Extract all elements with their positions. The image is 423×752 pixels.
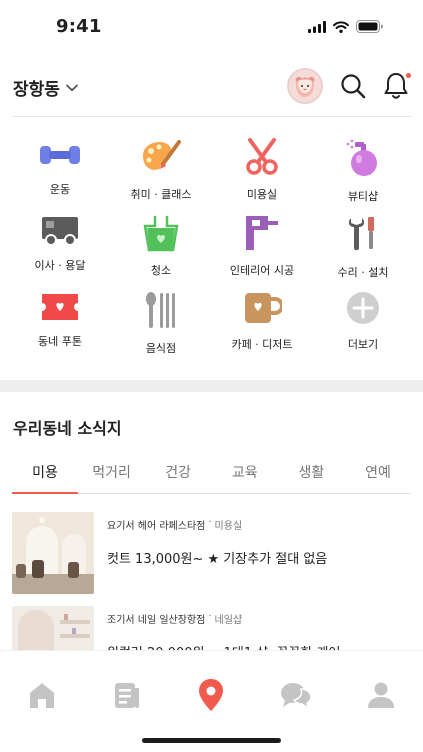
notification-button[interactable] xyxy=(383,71,411,101)
post-category: 미용실 xyxy=(214,521,243,532)
category-grid: 운동 취미 · 클래스 미용실 뷰티샵 이사 · 용달 청소 인테리어 시공 수… xyxy=(0,138,423,355)
coupon-icon xyxy=(42,293,78,320)
tab-health[interactable]: 건강 xyxy=(145,452,211,493)
search-icon[interactable] xyxy=(339,72,367,100)
category-label: 인테리어 시공 xyxy=(229,264,295,277)
category-label: 취미 · 클래스 xyxy=(130,188,192,201)
scissors-icon xyxy=(246,138,278,175)
plus-circle-icon xyxy=(347,292,379,324)
category-restaurant[interactable]: 음식점 xyxy=(111,290,212,355)
post-category: 네일샵 xyxy=(214,615,243,626)
category-more[interactable]: 더보기 xyxy=(313,290,414,351)
category-label: 미용실 xyxy=(246,188,278,201)
post-shop-name: 요기서 헤어 라페스타점 xyxy=(107,521,206,532)
avatar[interactable] xyxy=(287,68,323,104)
category-interior[interactable]: 인테리어 시공 xyxy=(212,214,313,277)
category-hair-salon[interactable]: 미용실 xyxy=(212,138,313,201)
palette-icon xyxy=(143,140,181,170)
nav-board[interactable] xyxy=(102,677,152,713)
truck-icon xyxy=(42,216,78,246)
notification-badge xyxy=(406,73,411,78)
home-indicator xyxy=(142,738,281,743)
avatar-face-icon xyxy=(295,76,315,97)
paint-roller-icon xyxy=(246,216,278,250)
category-label: 동네 푸톤 xyxy=(38,335,82,348)
tab-education[interactable]: 교육 xyxy=(212,452,278,493)
header-actions xyxy=(287,68,411,104)
category-fitness[interactable]: 운동 xyxy=(10,138,111,197)
category-label: 음식점 xyxy=(145,342,177,355)
profile-icon xyxy=(367,682,394,708)
nav-home[interactable] xyxy=(17,677,67,713)
section-divider xyxy=(0,380,423,392)
utensils-icon xyxy=(146,292,175,328)
category-label: 더보기 xyxy=(347,338,379,351)
board-icon xyxy=(114,683,139,708)
home-icon xyxy=(30,683,55,708)
location-name: 장항동 xyxy=(13,80,60,100)
section-title: 우리동네 소식지 xyxy=(13,419,122,438)
status-icons xyxy=(308,20,383,33)
nav-chat[interactable] xyxy=(271,677,321,713)
coffee-cup-icon xyxy=(245,293,282,323)
status-time: 9:41 xyxy=(56,16,102,37)
status-bar: 9:41 xyxy=(0,0,423,56)
category-label: 뷰티샵 xyxy=(347,190,379,203)
nav-profile[interactable] xyxy=(356,677,406,713)
wifi-icon xyxy=(333,20,349,33)
nav-location[interactable] xyxy=(186,677,236,713)
tools-icon xyxy=(348,217,374,251)
post-shop-name: 조기서 네일 일산장항점 xyxy=(107,615,206,626)
apron-icon xyxy=(143,216,179,252)
post-separator: · xyxy=(208,517,212,528)
category-label: 운동 xyxy=(49,183,71,196)
battery-icon xyxy=(356,20,383,33)
category-label: 수리 · 설치 xyxy=(337,266,389,279)
category-cleaning[interactable]: 청소 xyxy=(111,214,212,277)
category-coupon[interactable]: 동네 푸톤 xyxy=(10,290,111,349)
post-separator: · xyxy=(208,611,212,622)
category-repair[interactable]: 수리 · 설치 xyxy=(313,214,414,279)
header-divider xyxy=(12,116,411,117)
salon-interior-image xyxy=(12,512,94,594)
category-hobby[interactable]: 취미 · 클래스 xyxy=(111,138,212,201)
cellular-signal-icon xyxy=(308,20,326,33)
location-selector[interactable]: 장항동 xyxy=(13,75,78,100)
news-tabs: 미용 먹거리 건강 교육 생활 연예 xyxy=(12,452,411,494)
category-label: 청소 xyxy=(150,264,172,277)
category-label: 카페 · 디저트 xyxy=(231,338,293,351)
dumbbell-icon xyxy=(40,145,80,164)
post-item[interactable]: 요기서 헤어 라페스타점 · 미용실 컷트 13,000원~ ★ 기장추가 절대… xyxy=(12,512,411,594)
post-thumbnail xyxy=(12,512,94,594)
category-moving[interactable]: 이사 · 용달 xyxy=(10,214,111,273)
category-label: 이사 · 용달 xyxy=(34,259,86,272)
location-pin-icon xyxy=(199,679,224,711)
category-cafe[interactable]: 카페 · 디저트 xyxy=(212,290,313,351)
perfume-icon xyxy=(346,139,377,176)
post-text: 컷트 13,000원~ ★ 기장추가 절대 없음 xyxy=(107,552,328,567)
tab-food[interactable]: 먹거리 xyxy=(79,452,145,493)
chat-icon xyxy=(281,683,312,710)
tab-entertainment[interactable]: 연예 xyxy=(345,452,411,493)
tab-living[interactable]: 생활 xyxy=(278,452,344,493)
tab-beauty[interactable]: 미용 xyxy=(12,452,78,494)
app-header: 장항동 xyxy=(0,62,423,118)
chevron-down-icon xyxy=(66,84,78,91)
category-beauty-shop[interactable]: 뷰티샵 xyxy=(313,138,414,203)
bottom-navigation xyxy=(0,650,423,752)
